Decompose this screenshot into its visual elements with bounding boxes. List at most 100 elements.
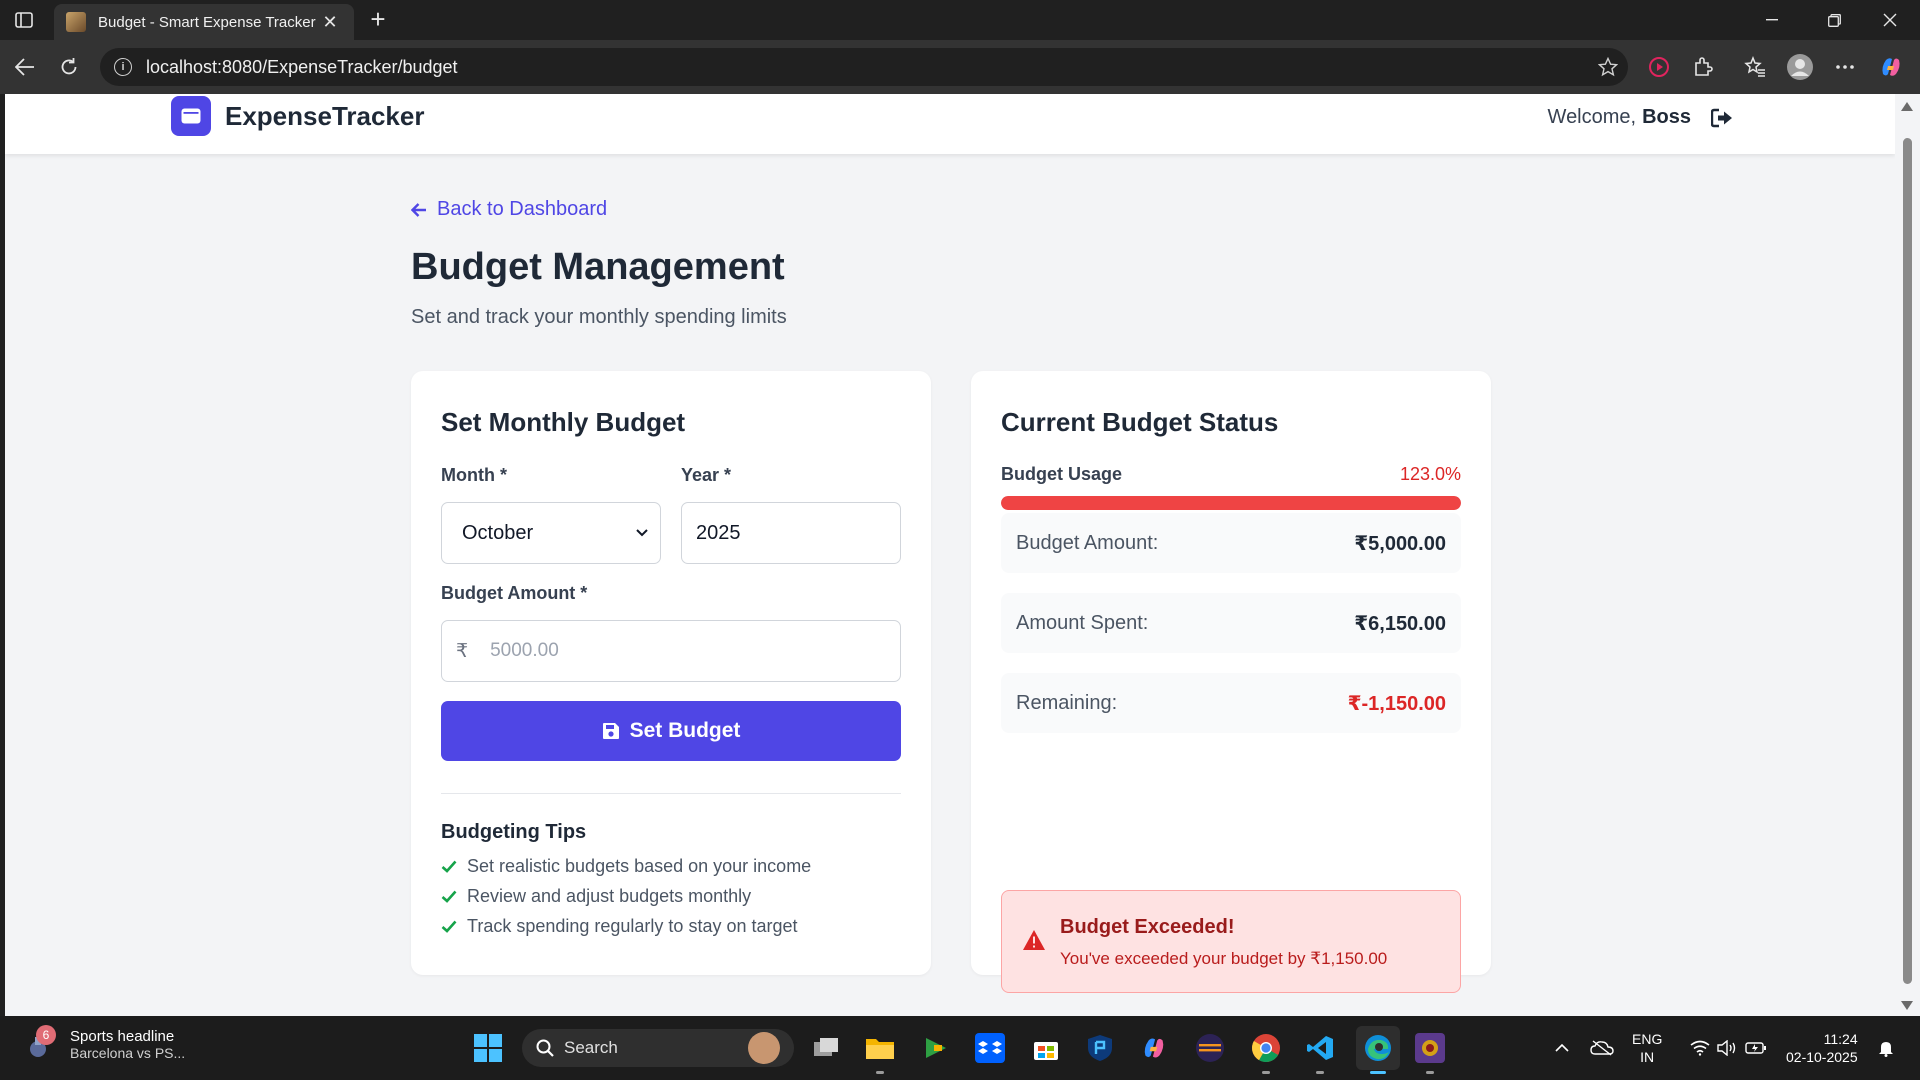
- budget-status-card: Current Budget Status Budget Usage 123.0…: [971, 371, 1491, 993]
- active-indicator: [1370, 1071, 1386, 1074]
- username: Boss: [1642, 106, 1691, 128]
- tab-title: Budget - Smart Expense Tracker: [98, 13, 316, 31]
- budget-usage-percent: 123.0%: [1399, 464, 1461, 484]
- news-badge: 6: [36, 1024, 56, 1045]
- amount-spent-value: ₹6,150.00: [1354, 612, 1446, 635]
- wallet-icon: [171, 96, 211, 136]
- language-region: IN: [1640, 1049, 1655, 1065]
- language-code: ENG: [1632, 1031, 1663, 1047]
- copilot-icon[interactable]: [1876, 52, 1906, 82]
- stat-label: Budget Amount:: [1016, 531, 1159, 554]
- vscode-icon[interactable]: [1304, 1032, 1336, 1074]
- tip-item: Set realistic budgets based on your inco…: [441, 856, 811, 877]
- rupee-symbol: ₹: [456, 640, 469, 662]
- profile-avatar-icon[interactable]: [1785, 52, 1815, 82]
- show-hidden-icons-chevron-up-icon[interactable]: [1548, 1016, 1576, 1080]
- media-player-icon[interactable]: [920, 1032, 952, 1064]
- back-to-dashboard-link[interactable]: Back to Dashboard: [411, 198, 607, 221]
- stat-label: Remaining:: [1016, 691, 1118, 714]
- browser-tab-active[interactable]: Budget - Smart Expense Tracker ✕: [54, 4, 354, 40]
- scroll-down-arrow-icon[interactable]: [1901, 1001, 1913, 1010]
- windows-start-icon[interactable]: [472, 1032, 504, 1064]
- close-window-button[interactable]: [1862, 0, 1918, 40]
- month-label: Month *: [441, 465, 507, 485]
- page-viewport: ExpenseTracker Welcome, Boss Back to Das…: [5, 94, 1895, 1016]
- budgeting-tips-title: Budgeting Tips: [441, 821, 587, 843]
- more-options-icon[interactable]: [1830, 52, 1860, 82]
- task-view-icon[interactable]: [810, 1032, 842, 1064]
- scroll-up-arrow-icon[interactable]: [1901, 102, 1913, 111]
- budget-amount-input[interactable]: ₹ 5000.00: [441, 620, 901, 682]
- month-select[interactable]: October: [441, 502, 661, 564]
- tab-close-icon[interactable]: ✕: [318, 12, 342, 33]
- chrome-icon[interactable]: [1250, 1032, 1282, 1074]
- budget-amount-placeholder: 5000.00: [490, 640, 559, 661]
- notification-bell-icon[interactable]: [1872, 1016, 1900, 1080]
- security-app-icon[interactable]: [1084, 1032, 1116, 1064]
- restore-button[interactable]: [1806, 0, 1862, 40]
- page-title: Budget Management: [411, 246, 785, 288]
- battery-icon[interactable]: [1742, 1016, 1770, 1080]
- recording-extension-icon[interactable]: [1644, 52, 1674, 82]
- language-indicator[interactable]: ENG IN: [1632, 1030, 1662, 1066]
- set-budget-card: Set Monthly Budget Month * October Year …: [411, 371, 931, 975]
- set-budget-button[interactable]: Set Budget: [441, 701, 901, 761]
- check-icon: [441, 860, 457, 873]
- browser-titlebar: Budget - Smart Expense Tracker ✕ +: [0, 0, 1920, 40]
- brand[interactable]: ExpenseTracker: [171, 96, 424, 136]
- news-title: Sports headline: [70, 1028, 175, 1045]
- extensions-icon[interactable]: [1688, 52, 1718, 82]
- set-budget-title: Set Monthly Budget: [441, 407, 686, 437]
- running-indicator: [1262, 1071, 1270, 1074]
- game-app-icon[interactable]: [1414, 1032, 1446, 1074]
- tab-actions-icon[interactable]: [12, 8, 36, 32]
- volume-icon[interactable]: [1714, 1016, 1740, 1080]
- scroll-thumb[interactable]: [1903, 138, 1912, 984]
- year-value: 2025: [696, 521, 741, 544]
- site-info-icon[interactable]: i: [114, 58, 132, 76]
- remaining-row: Remaining: ₹-1,150.00: [1001, 673, 1461, 733]
- stat-label: Amount Spent:: [1016, 611, 1149, 634]
- logout-icon[interactable]: [1711, 108, 1733, 128]
- year-label: Year *: [681, 465, 732, 485]
- eclipse-ide-icon[interactable]: [1194, 1032, 1226, 1064]
- system-clock[interactable]: 11:24 02-10-2025: [1786, 1030, 1858, 1066]
- amount-spent-row: Amount Spent: ₹6,150.00: [1001, 593, 1461, 653]
- year-input[interactable]: 2025: [681, 502, 901, 564]
- running-indicator: [1426, 1071, 1434, 1074]
- microsoft-store-icon[interactable]: [1030, 1032, 1062, 1064]
- dropbox-icon[interactable]: [974, 1032, 1006, 1064]
- favorite-star-icon[interactable]: [1588, 57, 1628, 77]
- chevron-down-icon: [636, 529, 648, 537]
- tip-item: Review and adjust budgets monthly: [441, 886, 751, 907]
- warning-icon: [1023, 930, 1045, 950]
- reload-icon[interactable]: [54, 52, 84, 82]
- budget-status-title: Current Budget Status: [1001, 407, 1279, 437]
- budget-usage-progress: [1001, 496, 1461, 510]
- page-scrollbar[interactable]: [1895, 94, 1920, 1016]
- favorites-icon[interactable]: [1740, 52, 1770, 82]
- onedrive-icon[interactable]: [1586, 1016, 1618, 1080]
- set-budget-button-label: Set Budget: [629, 719, 741, 742]
- taskbar-search[interactable]: Search: [522, 1029, 794, 1067]
- minimize-button[interactable]: [1744, 0, 1800, 40]
- file-explorer-icon[interactable]: [864, 1032, 896, 1074]
- new-tab-button[interactable]: +: [364, 6, 392, 34]
- copilot-app-icon[interactable]: [1138, 1032, 1170, 1064]
- address-bar[interactable]: i localhost:8080/ExpenseTracker/budget: [100, 48, 1628, 86]
- tip-item: Track spending regularly to stay on targ…: [441, 916, 798, 937]
- wifi-icon[interactable]: [1686, 1016, 1714, 1080]
- divider: [441, 793, 901, 794]
- welcome-area: Welcome, Boss: [1548, 106, 1733, 129]
- taskbar-search-label: Search: [564, 1038, 618, 1057]
- alert-message: You've exceeded your budget by ₹1,150.00: [1060, 949, 1388, 968]
- budget-usage-progress-fill: [1001, 496, 1461, 510]
- app-header: ExpenseTracker Welcome, Boss: [5, 94, 1895, 154]
- url-text[interactable]: localhost:8080/ExpenseTracker/budget: [146, 57, 1588, 78]
- edge-browser-icon[interactable]: [1356, 1026, 1400, 1074]
- news-widget[interactable]: 6 Sports headline Barcelona vs PS...: [24, 1024, 185, 1061]
- back-arrow-icon[interactable]: [10, 52, 40, 82]
- sports-news-icon: 6: [24, 1024, 56, 1061]
- budget-exceeded-alert: Budget Exceeded! You've exceeded your bu…: [1001, 890, 1461, 993]
- clock-date: 02-10-2025: [1786, 1049, 1858, 1065]
